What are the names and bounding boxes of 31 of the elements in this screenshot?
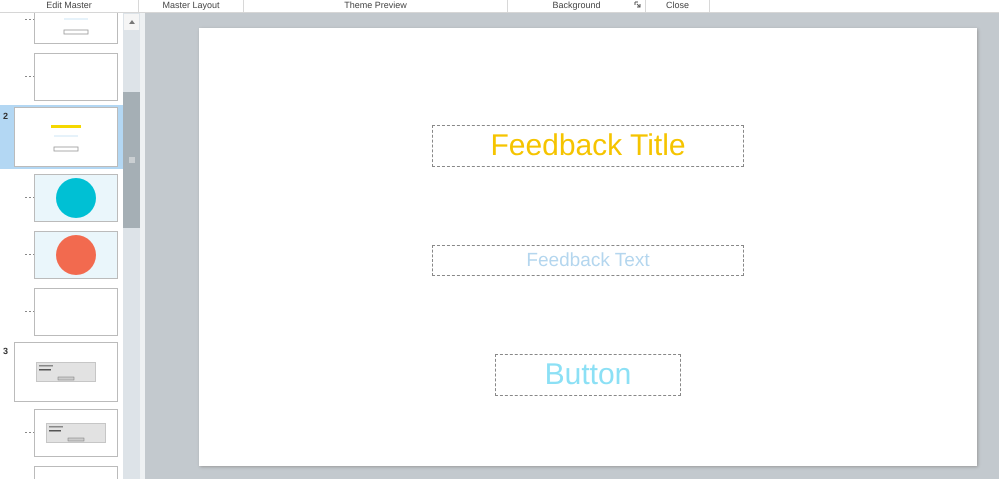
group-label: Edit Master — [46, 0, 92, 10]
title-placeholder[interactable]: Feedback Title — [432, 125, 744, 167]
connector-line — [25, 432, 34, 433]
connector-line — [25, 311, 34, 312]
layout-thumbnail[interactable] — [34, 52, 118, 100]
slide-number: 3 — [3, 346, 10, 356]
grip-icon — [128, 157, 134, 163]
connector-line — [25, 254, 34, 255]
group-label: Theme Preview — [344, 0, 407, 10]
circle-drawing — [55, 234, 97, 276]
connector-line — [25, 19, 34, 20]
dialog-launcher-icon[interactable] — [634, 1, 641, 8]
scroll-up-button[interactable] — [124, 14, 139, 30]
group-label: Background — [552, 0, 601, 10]
layout-thumbnail[interactable] — [34, 174, 118, 222]
dialog-drawing — [46, 422, 106, 442]
button-placeholder[interactable]: Button — [495, 354, 681, 396]
scrollbar-thumb[interactable] — [123, 92, 140, 228]
slide-number: 2 — [3, 111, 10, 121]
up-arrow-icon — [128, 20, 134, 24]
layout-thumbnail[interactable] — [34, 288, 118, 336]
dialog-drawing — [36, 362, 96, 382]
group-label: Master Layout — [162, 0, 220, 10]
layout-thumbnail[interactable] — [34, 230, 118, 278]
master-slide-item[interactable]: 2 — [0, 105, 123, 169]
layout-thumbnail[interactable] — [34, 408, 118, 456]
connector-line — [25, 76, 34, 77]
connector-line — [25, 197, 34, 198]
text-placeholder[interactable]: Feedback Text — [432, 245, 744, 276]
circle-drawing — [55, 176, 97, 218]
group-label: Close — [666, 0, 689, 10]
